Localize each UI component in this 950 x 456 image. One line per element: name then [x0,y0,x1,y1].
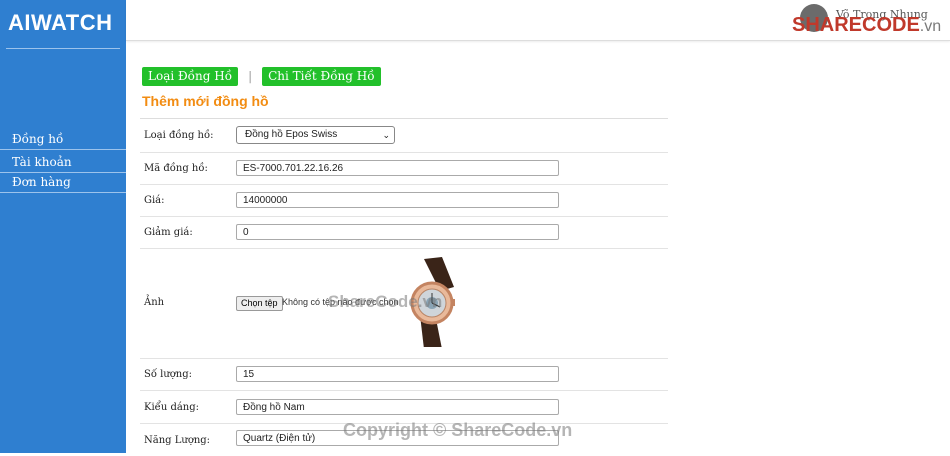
sidebar-item-tai-khoan[interactable]: Tài khoản [0,153,126,173]
form-row-loai: Loại đồng hồ: Đồng hồ Epos Swiss ⌄ [140,119,668,153]
discount-input[interactable]: 0 [236,224,559,240]
tab-bar: Loại Đồng Hồ | Chi Tiết Đồng Hồ [142,67,381,86]
form-row-giamgia: Giảm giá: 0 [140,217,668,249]
logo-divider [6,48,120,49]
watermark-center: ShareCode.vn [328,292,443,311]
label-loai: Loại đồng hồ: [144,130,214,141]
label-giamgia: Giảm giá: [144,227,193,238]
label-gia: Giá: [144,195,165,206]
label-kieudang: Kiểu dáng: [144,402,200,413]
watch-form: Loại đồng hồ: Đồng hồ Epos Swiss ⌄ Mã đồn… [140,118,668,456]
tab-loai-dong-ho[interactable]: Loại Đồng Hồ [142,67,239,86]
label-anh: Ảnh [144,297,165,308]
sidebar-item-dong-ho[interactable]: Đồng hồ [0,130,126,150]
form-row-ma: Mã đồng hồ: ES-7000.701.22.16.26 [140,153,668,185]
watch-type-select[interactable]: Đồng hồ Epos Swiss ⌄ [236,126,395,144]
watch-type-value: Đồng hồ Epos Swiss [245,129,338,140]
sidebar-item-don-hang[interactable]: Đơn hàng [0,173,126,193]
style-input[interactable]: Đồng hồ Nam [236,399,559,415]
tab-separator: | [248,69,253,83]
choose-file-button[interactable]: Chọn tệp [236,296,283,311]
page-title: Thêm mới đồng hồ [142,93,269,109]
price-input[interactable]: 14000000 [236,192,559,208]
form-row-gia: Giá: 14000000 [140,185,668,217]
watermark-bottom: Copyright © ShareCode.vn [343,420,573,440]
sidebar: AIWATCH Đồng hồ Tài khoản Đơn hàng [0,0,126,453]
tab-chi-tiet-dong-ho[interactable]: Chi Tiết Đồng Hồ [262,67,381,86]
watch-code-input[interactable]: ES-7000.701.22.16.26 [236,160,559,176]
quantity-input[interactable]: 15 [236,366,559,382]
label-ma: Mã đồng hồ: [144,163,208,174]
brand-logo: SHARECODE.vn [792,14,941,37]
label-nangluong: Năng Lượng: [144,435,211,446]
brand-primary: SHARECODE [792,14,920,36]
brand-suffix: .vn [919,18,942,35]
label-soluong: Số lượng: [144,369,193,380]
sidebar-nav: Đồng hồ Tài khoản Đơn hàng [0,130,126,193]
app-logo[interactable]: AIWATCH [8,10,113,36]
chevron-down-icon: ⌄ [382,130,390,140]
form-row-soluong: Số lượng: 15 [140,359,668,391]
